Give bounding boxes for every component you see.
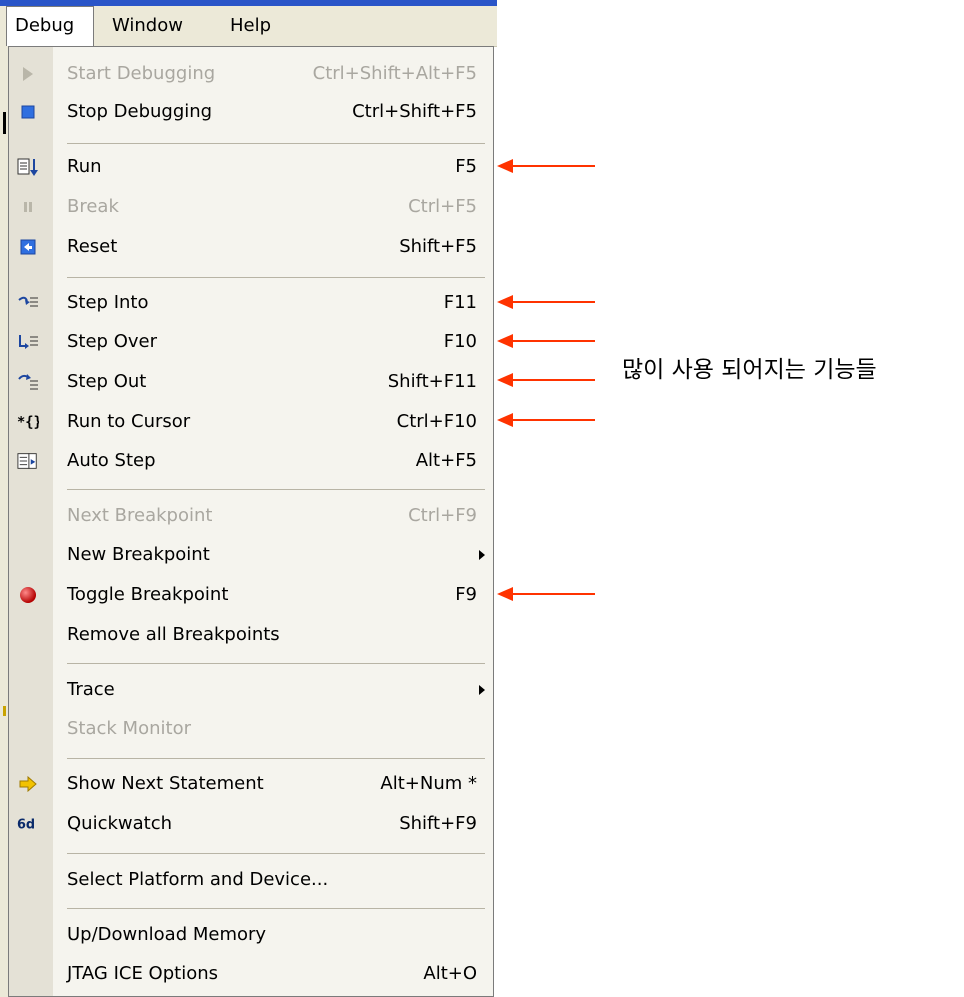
highlight-arrow-run-to-cursor <box>497 413 595 427</box>
menu-item-auto-step[interactable]: Auto Step Alt+F5 <box>9 441 495 481</box>
submenu-arrow-icon <box>479 685 485 695</box>
menu-item-shortcut: Alt+O <box>423 963 477 984</box>
menu-item-label: Select Platform and Device... <box>67 869 329 890</box>
menu-item-shortcut: Shift+F11 <box>387 371 477 392</box>
menu-separator <box>67 489 485 490</box>
menu-item-label: Trace <box>67 679 115 700</box>
step-into-icon <box>17 292 39 314</box>
highlight-arrow-run <box>497 159 595 173</box>
app-background-strip <box>0 46 8 997</box>
menu-item-shortcut: Ctrl+F10 <box>396 411 477 432</box>
menu-separator <box>67 758 485 759</box>
highlight-arrow-step-into <box>497 295 595 309</box>
menubar: Debug Window Help <box>0 6 497 47</box>
menu-item-reset[interactable]: Reset Shift+F5 <box>9 227 495 267</box>
menu-item-shortcut: Ctrl+F5 <box>408 196 477 217</box>
svg-text:*{}: *{} <box>17 415 39 431</box>
step-out-icon <box>17 371 39 393</box>
menu-separator <box>67 853 485 854</box>
submenu-arrow-icon <box>479 550 485 560</box>
background-caret <box>3 112 6 134</box>
menu-item-stack-monitor[interactable]: Stack Monitor <box>9 709 495 749</box>
menu-item-label: Break <box>67 196 119 217</box>
run-to-cursor-icon: *{} <box>17 411 39 433</box>
step-over-icon <box>17 331 39 353</box>
menu-item-up-download-memory[interactable]: Up/Download Memory <box>9 915 495 955</box>
debug-menu: Start Debugging Ctrl+Shift+Alt+F5 Stop D… <box>8 46 494 997</box>
menu-item-shortcut: F9 <box>455 584 477 605</box>
menu-item-stop-debugging[interactable]: Stop Debugging Ctrl+Shift+F5 <box>9 92 495 132</box>
pause-icon <box>17 196 39 218</box>
menu-item-shortcut: F5 <box>455 156 477 177</box>
auto-step-icon <box>17 450 39 472</box>
menubar-debug[interactable]: Debug <box>6 6 94 46</box>
background-marker <box>3 706 6 716</box>
menu-item-run[interactable]: Run F5 <box>9 147 495 187</box>
svg-text:6d: 6d <box>17 818 35 832</box>
menu-item-label: JTAG ICE Options <box>67 963 218 984</box>
menu-item-shortcut: Alt+F5 <box>415 450 477 471</box>
menu-item-shortcut: Shift+F5 <box>399 236 477 257</box>
reset-icon <box>17 236 39 258</box>
breakpoint-icon <box>17 584 39 606</box>
run-icon <box>17 156 39 178</box>
menu-item-quickwatch[interactable]: 6d Quickwatch Shift+F9 <box>9 804 495 844</box>
menu-item-start-debugging[interactable]: Start Debugging Ctrl+Shift+Alt+F5 <box>9 54 495 94</box>
menu-item-label: Up/Download Memory <box>67 924 267 945</box>
menu-item-shortcut: Ctrl+Shift+Alt+F5 <box>312 63 477 84</box>
stop-icon <box>17 101 39 123</box>
menu-item-trace[interactable]: Trace <box>9 670 495 710</box>
menu-item-label: Quickwatch <box>67 813 173 834</box>
menu-item-select-platform[interactable]: Select Platform and Device... <box>9 860 495 900</box>
menu-item-shortcut: Ctrl+F9 <box>408 505 477 526</box>
menu-item-label: Step Out <box>67 371 147 392</box>
menu-item-shortcut: F10 <box>443 331 477 352</box>
menu-item-label: Auto Step <box>67 450 156 471</box>
menubar-help[interactable]: Help <box>222 6 279 46</box>
highlight-arrow-step-over <box>497 334 595 348</box>
menu-item-step-over[interactable]: Step Over F10 <box>9 322 495 362</box>
menu-item-next-breakpoint[interactable]: Next Breakpoint Ctrl+F9 <box>9 496 495 536</box>
menu-item-toggle-breakpoint[interactable]: Toggle Breakpoint F9 <box>9 575 495 615</box>
menu-item-show-next-statement[interactable]: Show Next Statement Alt+Num * <box>9 764 495 804</box>
menu-item-label: Toggle Breakpoint <box>67 584 229 605</box>
menu-item-label: Remove all Breakpoints <box>67 624 280 645</box>
menu-item-label: New Breakpoint <box>67 544 210 565</box>
menu-item-label: Run to Cursor <box>67 411 191 432</box>
menu-item-remove-all-breakpoints[interactable]: Remove all Breakpoints <box>9 615 495 655</box>
play-icon <box>17 63 39 85</box>
menu-item-step-into[interactable]: Step Into F11 <box>9 283 495 323</box>
menu-item-step-out[interactable]: Step Out Shift+F11 <box>9 362 495 402</box>
menu-item-shortcut: Ctrl+Shift+F5 <box>352 101 477 122</box>
menu-item-label: Reset <box>67 236 118 257</box>
menu-separator <box>67 663 485 664</box>
menu-item-shortcut: F11 <box>443 292 477 313</box>
menu-item-run-to-cursor[interactable]: *{} Run to Cursor Ctrl+F10 <box>9 402 495 442</box>
quickwatch-icon: 6d <box>17 813 39 835</box>
menu-separator <box>67 908 485 909</box>
menu-item-jtag-ice-options[interactable]: JTAG ICE Options Alt+O <box>9 954 495 994</box>
menu-item-label: Stop Debugging <box>67 101 213 122</box>
menu-item-shortcut: Alt+Num * <box>380 773 477 794</box>
menu-item-label: Next Breakpoint <box>67 505 213 526</box>
menu-separator <box>67 277 485 278</box>
highlight-arrow-toggle-breakpoint <box>497 587 595 601</box>
annotation-text: 많이 사용 되어지는 기능들 <box>622 357 877 383</box>
menu-item-new-breakpoint[interactable]: New Breakpoint <box>9 535 495 575</box>
menu-item-shortcut: Shift+F9 <box>399 813 477 834</box>
menu-separator <box>67 143 485 144</box>
menu-item-break[interactable]: Break Ctrl+F5 <box>9 187 495 227</box>
menu-item-label: Start Debugging <box>67 63 216 84</box>
menu-item-label: Step Over <box>67 331 157 352</box>
menubar-window[interactable]: Window <box>104 6 191 46</box>
next-statement-icon <box>17 773 39 795</box>
menu-item-label: Step Into <box>67 292 149 313</box>
highlight-arrow-step-out <box>497 373 595 387</box>
menu-item-label: Show Next Statement <box>67 773 264 794</box>
menu-item-label: Stack Monitor <box>67 718 191 739</box>
menu-item-label: Run <box>67 156 102 177</box>
